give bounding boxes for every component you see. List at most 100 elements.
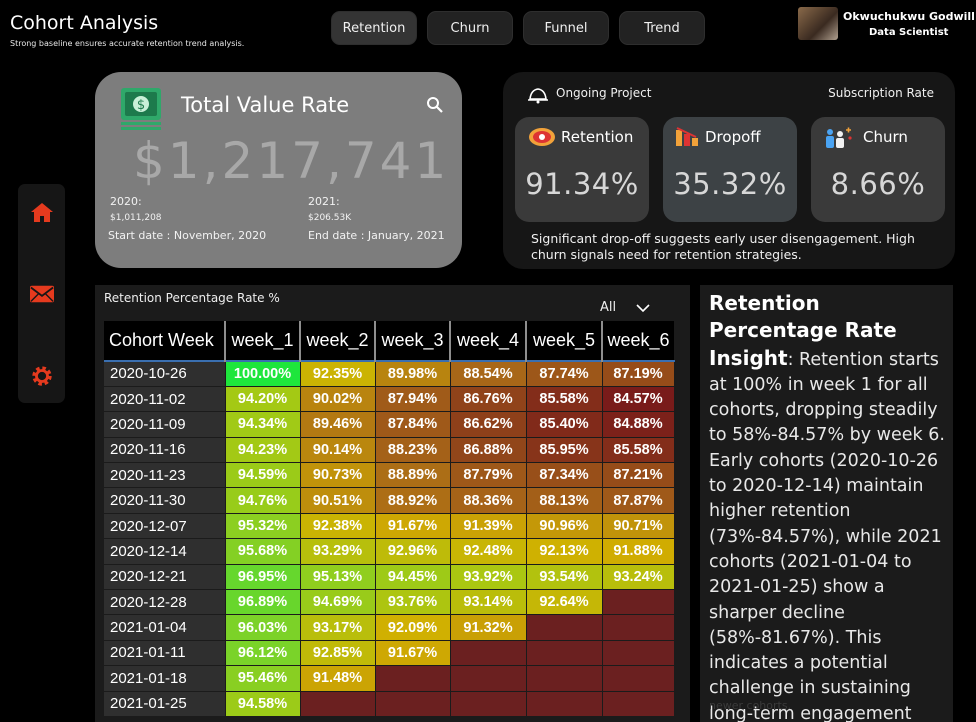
- retention-table-card: Retention Percentage Rate % All Cohort W…: [95, 285, 690, 722]
- retention-cell: 92.35%: [300, 361, 376, 387]
- retention-cell: 93.92%: [450, 564, 527, 591]
- retention-cell: 91.67%: [375, 640, 451, 667]
- retention-cell: 91.39%: [450, 513, 527, 540]
- retention-cell: 94.58%: [225, 691, 301, 717]
- filter-dropdown[interactable]: All: [600, 300, 616, 315]
- table-row: 2021-01-25 94.58%: [104, 691, 675, 717]
- cohort-cell: 2020-12-07: [104, 513, 226, 540]
- retention-cell: 85.95%: [526, 437, 603, 464]
- retention-cell: 94.45%: [375, 564, 451, 591]
- retention-cell: [602, 589, 675, 616]
- total-value-amount: $1,217,741: [133, 132, 450, 190]
- total-value-card: $ Total Value Rate $1,217,741 2020: $1,0…: [95, 72, 462, 268]
- profile-role: Data Scientist: [869, 27, 949, 38]
- retention-cell: 94.69%: [300, 589, 376, 616]
- search-icon[interactable]: [426, 96, 444, 114]
- retention-cell: 84.57%: [602, 386, 675, 413]
- table-row: 2020-11-23 94.59% 90.73% 88.89% 87.79% 87.34%…: [104, 462, 675, 489]
- retention-cell: [450, 665, 527, 692]
- retention-cell: 94.76%: [225, 487, 301, 514]
- retention-cell: [602, 691, 675, 717]
- retention-cell: 87.21%: [602, 462, 675, 489]
- cohort-cell: 2021-01-04: [104, 614, 226, 641]
- cohort-cell: 2020-11-30: [104, 487, 226, 514]
- sidebar: [18, 184, 65, 403]
- cohort-cell: 2020-11-16: [104, 437, 226, 464]
- retention-cell: 92.09%: [375, 614, 451, 641]
- tab-churn[interactable]: Churn: [427, 11, 513, 45]
- table-header-row: Cohort Week week_1 week_2 week_3 week_4 …: [104, 321, 674, 361]
- retention-cell: 91.48%: [300, 665, 376, 692]
- retention-cell: [602, 614, 675, 641]
- ongoing-project-card: Ongoing Project Subscription Rate Retent…: [503, 72, 955, 269]
- gear-icon[interactable]: [30, 364, 54, 388]
- retention-cell: [375, 665, 451, 692]
- cohort-cell: 2020-12-21: [104, 564, 226, 591]
- kpi-retention-label: Retention: [561, 128, 634, 146]
- column-header: week_6: [602, 321, 674, 361]
- retention-cell: 94.34%: [225, 411, 301, 438]
- tab-retention[interactable]: Retention: [331, 11, 417, 45]
- tab-funnel[interactable]: Funnel: [523, 11, 609, 45]
- retention-cell: 91.88%: [602, 538, 675, 565]
- mail-icon[interactable]: [30, 282, 54, 306]
- retention-icon: [527, 126, 555, 148]
- home-icon[interactable]: [30, 200, 54, 224]
- retention-cell: 92.13%: [526, 538, 603, 565]
- profile-name: Okwuchukwu Godwill: [843, 10, 975, 23]
- retention-cell: [526, 665, 603, 692]
- retention-cell: 92.48%: [450, 538, 527, 565]
- insight-panel: Retention Percentage Rate Insight: Reten…: [700, 285, 953, 722]
- retention-cell: 93.29%: [300, 538, 376, 565]
- retention-cell: 90.51%: [300, 487, 376, 514]
- cohort-cell: 2021-01-11: [104, 640, 226, 667]
- table-row: 2021-01-04 96.03% 93.17% 92.09% 91.32%: [104, 614, 675, 641]
- retention-cell: 88.89%: [375, 462, 451, 489]
- retention-cell: [526, 640, 603, 667]
- retention-cell: 93.54%: [526, 564, 603, 591]
- retention-cell: 92.38%: [300, 513, 376, 540]
- column-header: week_5: [526, 321, 603, 361]
- retention-cell: 87.34%: [526, 462, 603, 489]
- avatar: [798, 7, 838, 40]
- retention-cell: 86.88%: [450, 437, 527, 464]
- ongoing-project-label: Ongoing Project: [556, 86, 652, 100]
- retention-cell: 90.73%: [300, 462, 376, 489]
- retention-cell: 91.67%: [375, 513, 451, 540]
- subscription-rate-label: Subscription Rate: [828, 86, 934, 100]
- column-header: week_3: [375, 321, 451, 361]
- y2021-end: End date : January, 2021: [308, 229, 445, 242]
- retention-cell: 90.02%: [300, 386, 376, 413]
- cohort-cell: 2020-12-14: [104, 538, 226, 565]
- insight-overflow: newer cohorts.: [709, 699, 792, 712]
- table-row: 2020-11-09 94.34% 89.46% 87.84% 86.62% 85.40%…: [104, 411, 675, 438]
- table-row: 2021-01-11 96.12% 92.85% 91.67%: [104, 640, 675, 667]
- y2020-start: Start date : November, 2020: [108, 229, 267, 242]
- retention-cell: 87.84%: [375, 411, 451, 438]
- tab-trend[interactable]: Trend: [619, 11, 705, 45]
- cohort-cell: 2021-01-25: [104, 691, 226, 717]
- retention-cell: 94.23%: [225, 437, 301, 464]
- retention-cell: 90.14%: [300, 437, 376, 464]
- money-icon: $: [121, 86, 161, 130]
- column-header: week_4: [450, 321, 527, 361]
- cohort-cell: 2020-10-26: [104, 361, 226, 387]
- y2021-value: $206.53K: [308, 213, 352, 223]
- retention-cell: [526, 614, 603, 641]
- retention-cell: 89.98%: [375, 361, 451, 387]
- retention-cell: 93.17%: [300, 614, 376, 641]
- retention-cell: [300, 691, 376, 717]
- retention-cell: 88.36%: [450, 487, 527, 514]
- chevron-down-icon[interactable]: [635, 299, 651, 313]
- retention-cell: [602, 640, 675, 667]
- retention-cell: 86.76%: [450, 386, 527, 413]
- svg-text:$: $: [137, 98, 145, 113]
- retention-table: Cohort Week week_1 week_2 week_3 week_4 …: [104, 321, 675, 717]
- retention-cell: [450, 640, 527, 667]
- column-header: week_2: [300, 321, 376, 361]
- insight-text: Retention Percentage Rate Insight: Reten…: [709, 291, 947, 722]
- kpi-dropoff: Dropoff 35.32%: [663, 117, 797, 222]
- retention-cell: 89.46%: [300, 411, 376, 438]
- table-row: 2020-11-02 94.20% 90.02% 87.94% 86.76% 85.58%…: [104, 386, 675, 413]
- insight-body: : Retention starts at 100% in week 1 for…: [709, 349, 945, 722]
